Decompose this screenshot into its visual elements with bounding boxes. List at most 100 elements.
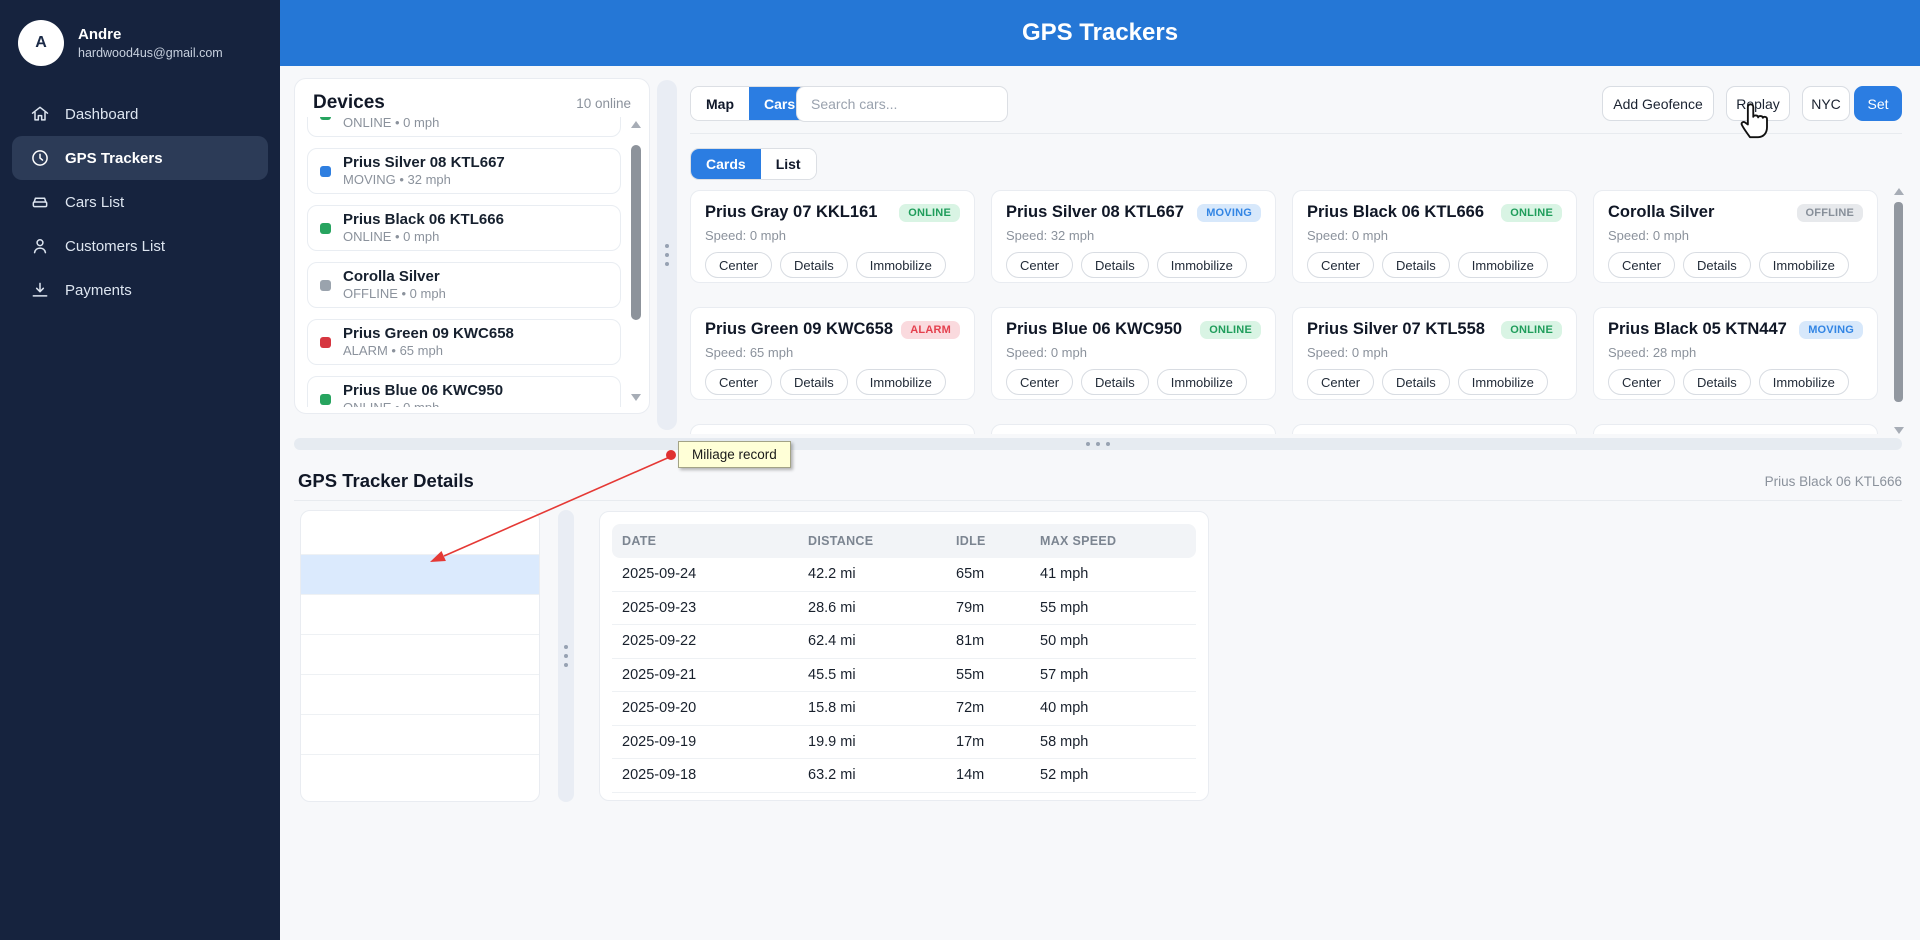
nyc-button[interactable]: NYC	[1802, 86, 1850, 121]
vertical-resizer-handle[interactable]	[558, 510, 574, 802]
immobilize-button[interactable]: Immobilize	[1457, 252, 1548, 278]
center-button[interactable]: Center	[1006, 252, 1074, 278]
scrollbar-thumb[interactable]	[631, 145, 641, 320]
device-name: Prius Black 06 KTL666	[343, 211, 504, 228]
details-button[interactable]: Details	[1382, 369, 1450, 395]
immobilize-button[interactable]: Immobilize	[855, 252, 946, 278]
immobilize-button[interactable]: Immobilize	[1457, 369, 1548, 395]
device-item[interactable]: Corolla Silver OFFLINE • 0 mph	[307, 262, 621, 308]
details-menu-item-tracker-report[interactable]	[301, 595, 539, 635]
device-item[interactable]: Prius Black 06 KTL666 ONLINE • 0 mph	[307, 205, 621, 251]
center-button[interactable]: Center	[1307, 252, 1375, 278]
scroll-up-icon[interactable]	[1894, 188, 1904, 195]
toolbar-divider	[690, 133, 1902, 134]
car-speed: Speed: 0 mph	[1006, 345, 1087, 360]
device-item[interactable]: Prius Silver 08 KTL667 MOVING • 32 mph	[307, 148, 621, 194]
tab-map[interactable]: Map	[691, 87, 749, 120]
col-date: DATE	[622, 534, 657, 548]
details-divider	[294, 500, 1902, 501]
device-item[interactable]: Prius Blue 06 KWC950 ONLINE • 0 mph	[307, 376, 621, 407]
immobilize-button[interactable]: Immobilize	[1156, 369, 1247, 395]
add-geofence-button[interactable]: Add Geofence	[1602, 86, 1714, 121]
car-speed: Speed: 0 mph	[705, 228, 786, 243]
horizontal-resizer-handle[interactable]	[294, 438, 1902, 450]
car-card-clipped	[690, 424, 975, 434]
sidebar-item-dashboard[interactable]: Dashboard	[12, 92, 268, 136]
map-cars-toggle: Map Cars	[690, 86, 812, 121]
sidebar-item-label: Cars List	[65, 193, 125, 211]
details-button[interactable]: Details	[1081, 252, 1149, 278]
details-menu-item-tracker-details[interactable]	[301, 515, 539, 555]
user-profile[interactable]: A Andre hardwood4us@gmail.com	[0, 0, 280, 86]
center-button[interactable]: Center	[1006, 369, 1074, 395]
details-section-title: GPS Tracker Details	[298, 470, 474, 491]
tab-cards[interactable]: Cards	[691, 149, 761, 179]
car-card: Prius Black 06 KTL666 ONLINE Speed: 0 mp…	[1292, 190, 1577, 283]
center-button[interactable]: Center	[1608, 369, 1676, 395]
car-card: Corolla Silver OFFLINE Speed: 0 mph Cent…	[1593, 190, 1878, 283]
details-button[interactable]: Details	[1382, 252, 1450, 278]
user-name: Andre	[78, 26, 122, 43]
app-header: GPS Trackers	[280, 0, 1920, 66]
device-item-partial[interactable]: ONLINE • 0 mph	[307, 117, 621, 137]
immobilize-button[interactable]: Immobilize	[855, 369, 946, 395]
col-max-speed: MAX SPEED	[1040, 534, 1117, 548]
details-menu-item-mileage-record[interactable]	[301, 555, 539, 595]
cards-scrollbar[interactable]	[1894, 188, 1904, 434]
sidebar-item-customers-list[interactable]: Customers List	[12, 224, 268, 268]
car-name: Prius Gray 07 KKL161	[705, 203, 878, 221]
details-menu-item-fleet-maps[interactable]	[301, 755, 539, 795]
devices-scrollbar[interactable]	[631, 121, 641, 401]
car-icon	[30, 192, 50, 212]
car-cards-viewport: Prius Gray 07 KKL161 ONLINE Speed: 0 mph…	[690, 190, 1886, 434]
car-card: Prius Blue 06 KWC950 ONLINE Speed: 0 mph…	[991, 307, 1276, 400]
scroll-down-icon[interactable]	[631, 394, 641, 401]
center-button[interactable]: Center	[705, 369, 773, 395]
tab-list[interactable]: List	[760, 149, 816, 179]
table-row: 2025-09-21 45.5 mi 55m 57 mph	[612, 659, 1196, 692]
status-badge: MOVING	[1799, 320, 1863, 339]
set-button[interactable]: Set	[1854, 86, 1902, 121]
device-name: Prius Blue 06 KWC950	[343, 382, 504, 399]
device-status: ONLINE • 0 mph	[343, 400, 503, 407]
center-button[interactable]: Center	[1307, 369, 1375, 395]
sidebar-item-label: Payments	[65, 281, 132, 299]
mileage-table: DATE DISTANCE IDLE MAX SPEED 2025-09-24 …	[599, 511, 1209, 801]
scroll-up-icon[interactable]	[631, 121, 641, 128]
status-badge: ALARM	[901, 320, 960, 339]
sidebar-nav: Dashboard GPS Trackers Cars List Custome…	[0, 92, 280, 312]
details-menu-item-gas-cut[interactable]	[301, 635, 539, 675]
sidebar-item-gps-trackers[interactable]: GPS Trackers	[12, 136, 268, 180]
immobilize-button[interactable]: Immobilize	[1758, 369, 1849, 395]
details-button[interactable]: Details	[1683, 252, 1751, 278]
details-button[interactable]: Details	[1081, 369, 1149, 395]
car-card-clipped	[1593, 424, 1878, 434]
status-badge: MOVING	[1197, 203, 1261, 222]
details-menu	[300, 510, 540, 802]
device-status: MOVING • 32 mph	[343, 172, 451, 187]
vertical-resizer-handle[interactable]	[657, 80, 677, 430]
scroll-down-icon[interactable]	[1894, 427, 1904, 434]
sidebar-item-payments[interactable]: Payments	[12, 268, 268, 312]
center-button[interactable]: Center	[1608, 252, 1676, 278]
car-card: Prius Gray 07 KKL161 ONLINE Speed: 0 mph…	[690, 190, 975, 283]
device-name: Prius Green 09 KWC658	[343, 325, 514, 342]
device-item[interactable]: Prius Green 09 KWC658 ALARM • 65 mph	[307, 319, 621, 365]
immobilize-button[interactable]: Immobilize	[1156, 252, 1247, 278]
scrollbar-thumb[interactable]	[1894, 202, 1903, 402]
immobilize-button[interactable]: Immobilize	[1758, 252, 1849, 278]
details-button[interactable]: Details	[780, 369, 848, 395]
device-list: ONLINE • 0 mph Prius Silver 08 KTL667 MO…	[307, 117, 621, 407]
car-name: Prius Blue 06 KWC950	[1006, 320, 1183, 338]
details-menu-item-history[interactable]	[301, 715, 539, 755]
search-input[interactable]	[796, 86, 1008, 122]
col-distance: DISTANCE	[808, 534, 874, 548]
status-badge: OFFLINE	[1796, 203, 1863, 222]
details-button[interactable]: Details	[1683, 369, 1751, 395]
devices-title: Devices	[313, 92, 385, 113]
details-button[interactable]: Details	[780, 252, 848, 278]
replay-button[interactable]: Replay	[1726, 86, 1790, 121]
center-button[interactable]: Center	[705, 252, 773, 278]
details-menu-item-geofences[interactable]	[301, 675, 539, 715]
sidebar-item-cars-list[interactable]: Cars List	[12, 180, 268, 224]
